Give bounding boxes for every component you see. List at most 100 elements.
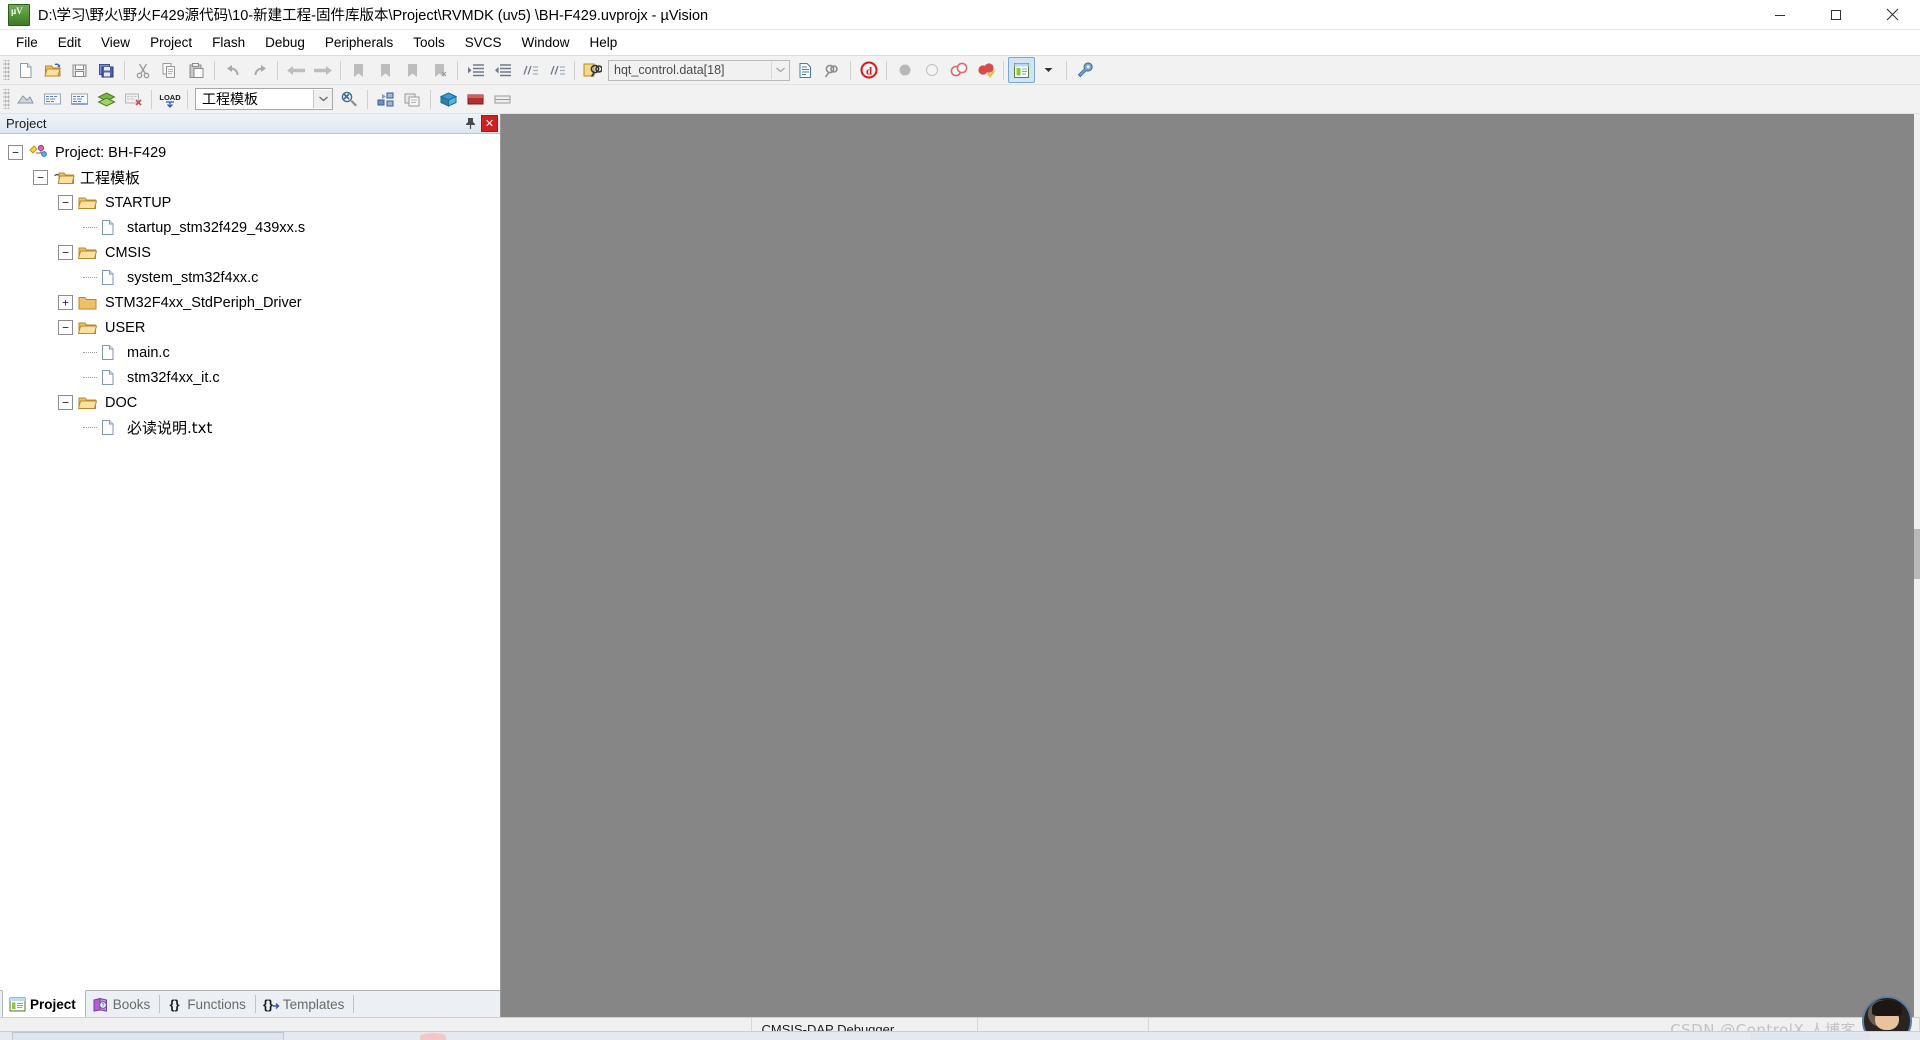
debug-stop-icon[interactable]: d: [855, 57, 882, 83]
menu-flash[interactable]: Flash: [202, 32, 255, 53]
menu-debug[interactable]: Debug: [255, 32, 315, 53]
enable-breakpoint-icon[interactable]: [918, 57, 945, 83]
chevron-down-icon[interactable]: [313, 90, 332, 108]
menu-view-label: View: [101, 35, 131, 50]
undo-icon[interactable]: [219, 57, 246, 83]
editor-scrollbar-thumb[interactable]: [1914, 529, 1920, 579]
stop-build-icon[interactable]: [120, 86, 147, 112]
project-window-icon[interactable]: [1008, 57, 1035, 83]
menu-window[interactable]: Window: [511, 32, 579, 53]
find-in-files-icon[interactable]: [579, 57, 606, 83]
outdent-icon[interactable]: [489, 57, 516, 83]
navigate-forward-icon[interactable]: [309, 57, 336, 83]
target-options-wrench-icon[interactable]: [336, 86, 363, 112]
incremental-find-icon[interactable]: [792, 57, 819, 83]
new-file-icon[interactable]: [12, 57, 39, 83]
select-software-packs-icon[interactable]: [489, 86, 516, 112]
menu-peripherals[interactable]: Peripherals: [315, 32, 403, 53]
tree-item-doc[interactable]: − DOC: [0, 390, 500, 415]
menu-tools[interactable]: Tools: [403, 32, 455, 53]
search-input[interactable]: hqt_control.data[18]: [608, 59, 790, 81]
expander-minus-icon[interactable]: −: [58, 195, 73, 210]
download-icon[interactable]: LOAD: [156, 86, 183, 112]
window-dropdown-icon[interactable]: [1035, 57, 1062, 83]
expander-minus-icon[interactable]: −: [33, 170, 48, 185]
menu-project[interactable]: Project: [140, 32, 202, 53]
indent-icon[interactable]: [462, 57, 489, 83]
insert-breakpoint-icon[interactable]: [891, 57, 918, 83]
editor-scrollbar[interactable]: [1914, 114, 1920, 1017]
tab-project[interactable]: Project: [2, 990, 86, 1017]
tree-item-cmsis[interactable]: − CMSIS: [0, 240, 500, 265]
project-tree[interactable]: − Project: BH-F429 − 工程模板 − STARTUP star…: [0, 134, 500, 990]
tree-item-stdperiph-driver[interactable]: + STM32F4xx_StdPeriph_Driver: [0, 290, 500, 315]
manage-multi-project-icon[interactable]: [399, 86, 426, 112]
expander-minus-icon[interactable]: −: [8, 145, 23, 160]
close-button[interactable]: [1864, 0, 1920, 29]
expander-minus-icon[interactable]: −: [58, 245, 73, 260]
tree-item-project[interactable]: − Project: BH-F429: [0, 140, 500, 165]
uncomment-icon[interactable]: [543, 57, 570, 83]
bookmark-next-icon[interactable]: [399, 57, 426, 83]
menu-file[interactable]: File: [6, 32, 48, 53]
kill-all-breakpoints-icon[interactable]: [972, 57, 999, 83]
translate-icon[interactable]: [12, 86, 39, 112]
tree-label: Project: BH-F429: [55, 144, 167, 161]
rebuild-icon[interactable]: [66, 86, 93, 112]
tree-item-readme-txt[interactable]: 必读说明.txt: [0, 415, 500, 440]
comment-icon[interactable]: [516, 57, 543, 83]
auto-hide-pin-icon[interactable]: [462, 115, 479, 132]
cut-icon[interactable]: [129, 57, 156, 83]
svg-text:{}: {}: [263, 997, 273, 1012]
configuration-wizard-icon[interactable]: [1071, 57, 1098, 83]
tree-item-system-file[interactable]: system_stm32f4xx.c: [0, 265, 500, 290]
svg-text:d: d: [865, 66, 871, 78]
tree-item-user[interactable]: − USER: [0, 315, 500, 340]
manage-run-time-env-icon[interactable]: [462, 86, 489, 112]
redo-icon[interactable]: [246, 57, 273, 83]
copy-icon[interactable]: [156, 57, 183, 83]
tree-item-startup-file[interactable]: startup_stm32f429_439xx.s: [0, 215, 500, 240]
menu-svcs[interactable]: SVCS: [455, 32, 512, 53]
close-icon[interactable]: ✕: [481, 115, 498, 132]
disable-all-breakpoints-icon[interactable]: [945, 57, 972, 83]
save-icon[interactable]: [66, 57, 93, 83]
batch-build-icon[interactable]: [93, 86, 120, 112]
manage-project-items-icon[interactable]: [372, 86, 399, 112]
editor-area[interactable]: [501, 114, 1920, 1017]
bookmark-prev-icon[interactable]: [372, 57, 399, 83]
open-file-icon[interactable]: [39, 57, 66, 83]
bookmark-toggle-icon[interactable]: [345, 57, 372, 83]
navigate-back-icon[interactable]: [282, 57, 309, 83]
tree-item-startup[interactable]: − STARTUP: [0, 190, 500, 215]
tree-item-main-c[interactable]: main.c: [0, 340, 500, 365]
project-panel-header: Project ✕: [0, 114, 500, 134]
expander-plus-icon[interactable]: +: [58, 295, 73, 310]
build-icon[interactable]: [39, 86, 66, 112]
tree-item-target[interactable]: − 工程模板: [0, 165, 500, 190]
minimize-button[interactable]: [1752, 0, 1808, 29]
menu-edit[interactable]: Edit: [48, 32, 91, 53]
save-all-icon[interactable]: [93, 57, 120, 83]
project-icon: [28, 144, 48, 161]
target-select[interactable]: 工程模板: [195, 88, 333, 110]
svg-text:LOAD: LOAD: [159, 93, 181, 102]
menu-help[interactable]: Help: [580, 32, 628, 53]
tab-books[interactable]: ? Books: [86, 991, 160, 1017]
toolbar-grip[interactable]: [3, 60, 10, 80]
tree-label: DOC: [105, 394, 138, 411]
tab-templates[interactable]: {} Templates: [256, 991, 354, 1017]
expander-minus-icon[interactable]: −: [58, 395, 73, 410]
maximize-button[interactable]: [1808, 0, 1864, 29]
paste-icon[interactable]: [183, 57, 210, 83]
menu-view[interactable]: View: [91, 32, 140, 53]
tree-item-it-c[interactable]: stm32f4xx_it.c: [0, 365, 500, 390]
bookmark-clear-icon[interactable]: [426, 57, 453, 83]
menu-file-label: File: [16, 35, 38, 50]
find-next-icon[interactable]: [819, 57, 846, 83]
pack-installer-icon[interactable]: [435, 86, 462, 112]
chevron-down-icon[interactable]: [771, 61, 789, 79]
expander-minus-icon[interactable]: −: [58, 320, 73, 335]
build-toolbar-grip[interactable]: [3, 89, 10, 109]
tab-functions[interactable]: {} Functions: [160, 991, 255, 1017]
